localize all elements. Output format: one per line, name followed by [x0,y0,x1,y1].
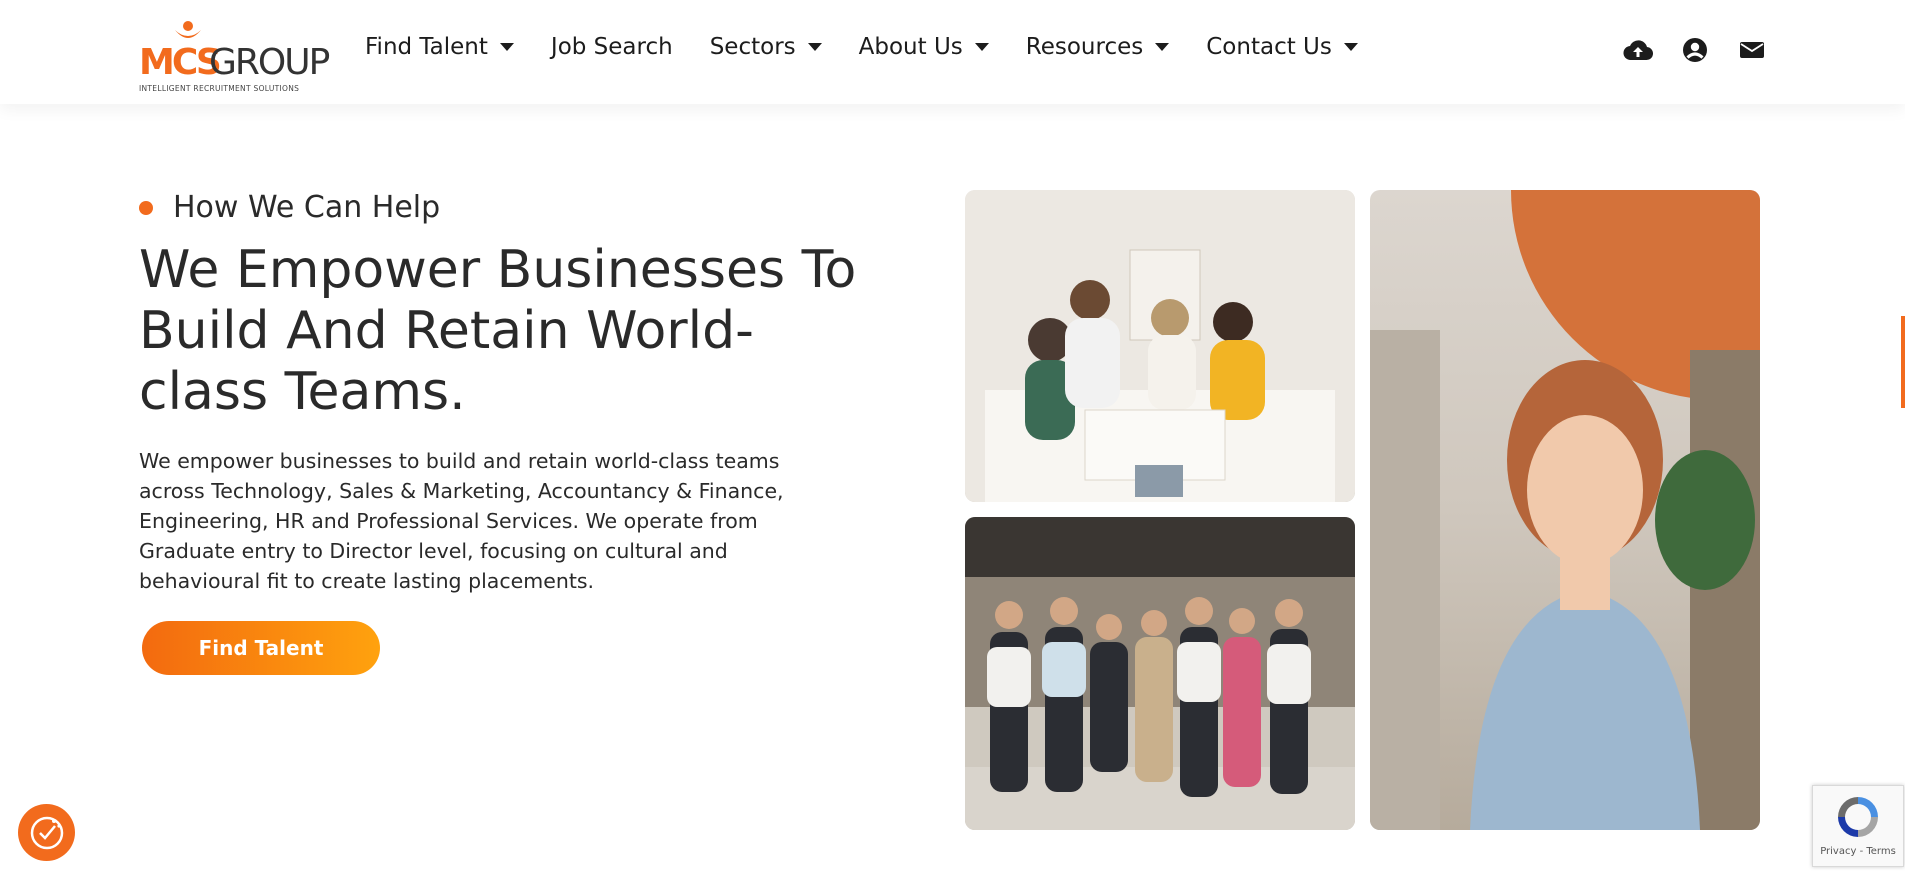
caret-down-icon [499,43,514,51]
caret-down-icon [1155,43,1170,51]
nav-label: About Us [858,34,963,60]
smiling-woman-illustration [1370,330,1760,830]
nav-label: Resources [1025,34,1144,60]
nav-contact-us[interactable]: Contact Us [1206,34,1358,60]
side-tab[interactable] [1901,316,1905,408]
nav-resources[interactable]: Resources [1025,34,1170,60]
caret-down-icon [974,43,989,51]
mcs-group-logo[interactable]: MCS GROUP INTELLIGENT RECRUITMENT SOLUTI… [139,20,330,93]
hero-headline: We Empower Businesses To Build And Retai… [139,240,857,422]
cloud-upload-icon[interactable] [1623,36,1653,64]
logo-group-text: GROUP [209,42,330,83]
nav-label: Contact Us [1206,34,1332,60]
logo-figure-icon [175,21,201,38]
nav-label: Job Search [550,34,673,60]
user-circle-icon[interactable] [1680,36,1710,64]
recaptcha-icon [1838,797,1878,837]
nav-label: Find Talent [365,34,488,60]
main-nav: Find Talent Job Search Sectors About Us … [365,34,1395,60]
header-icons [1623,36,1767,64]
site-header: MCS GROUP INTELLIGENT RECRUITMENT SOLUTI… [0,0,1905,104]
bullet-dot-icon [139,200,153,215]
team-group-photo [965,517,1355,830]
cookie-icon [30,816,63,849]
team-meeting-photo [965,190,1355,502]
find-talent-button[interactable]: Find Talent [142,621,380,675]
eyebrow-text: How We Can Help [173,190,441,225]
eyebrow: How We Can Help [139,190,440,225]
envelope-icon[interactable] [1737,36,1767,64]
hero-body: We empower businesses to build and retai… [139,449,784,593]
team-group-illustration [965,517,1355,830]
team-meeting-illustration [965,190,1355,502]
nav-about-us[interactable]: About Us [859,34,989,60]
logo-mcs-text: MCS [139,42,222,83]
smiling-woman-photo [1370,190,1760,830]
logo-tagline: INTELLIGENT RECRUITMENT SOLUTIONS [139,84,300,93]
caret-down-icon [807,43,822,51]
recaptcha-badge[interactable]: Privacy - Terms [1812,785,1904,867]
cookie-settings-button[interactable] [18,804,75,861]
nav-sectors[interactable]: Sectors [710,34,822,60]
nav-label: Sectors [709,34,796,60]
caret-down-icon [1343,43,1358,51]
nav-find-talent[interactable]: Find Talent [365,34,514,60]
recaptcha-links[interactable]: Privacy - Terms [1813,846,1903,857]
nav-job-search[interactable]: Job Search [551,34,673,60]
